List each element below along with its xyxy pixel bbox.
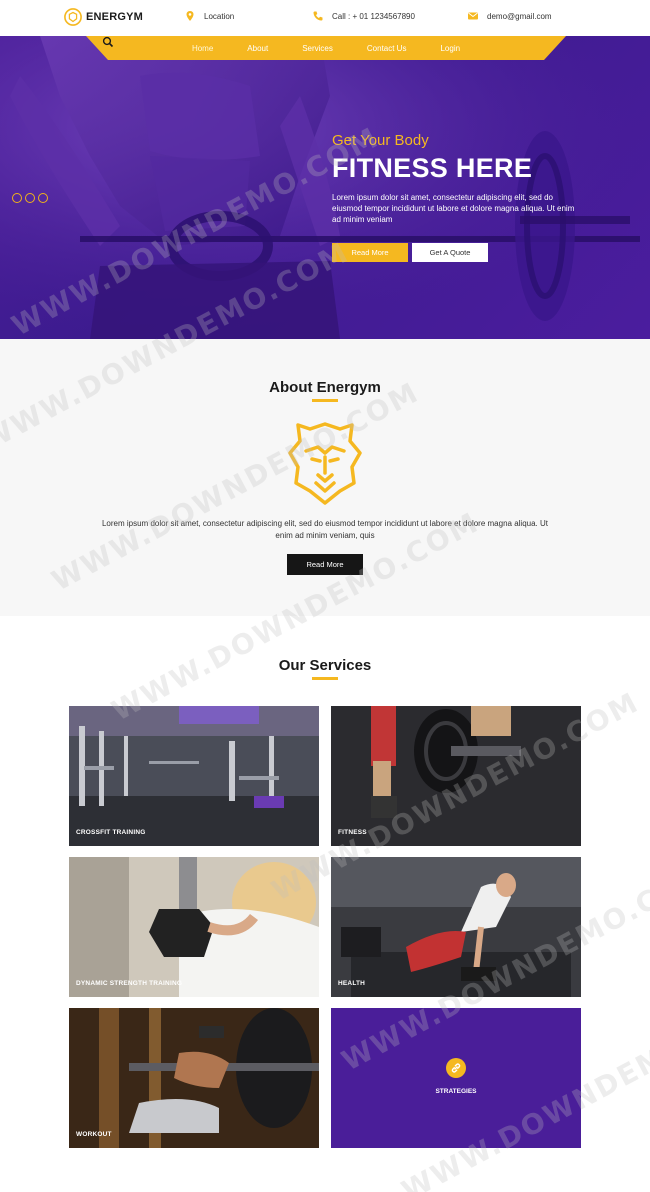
barbell-workout-image <box>69 1008 319 1148</box>
service-label: STRATEGIES <box>435 1088 477 1095</box>
hero-text: Lorem ipsum dolor sit amet, consectetur … <box>332 193 575 224</box>
woman-rowing-image <box>331 857 581 997</box>
hero-banner: Get Your Body FITNESS HERE Lorem ipsum d… <box>0 36 650 339</box>
services-title-underline <box>312 677 338 680</box>
email-text: demo@gmail.com <box>487 11 552 21</box>
nav-services[interactable]: Services <box>285 44 350 53</box>
about-title: About Energym <box>269 379 381 396</box>
hero-athlete-image <box>0 36 650 339</box>
nav-home[interactable]: Home <box>175 44 230 53</box>
dumbbell-training-image <box>69 857 319 997</box>
logo[interactable]: ENERGYM <box>64 8 143 26</box>
brand-name: ENERGYM <box>86 11 144 23</box>
service-card-strategies[interactable]: STRATEGIES <box>331 1008 581 1148</box>
nav-about[interactable]: About <box>230 44 285 53</box>
main-nav: Home About Services Contact Us Login <box>86 36 566 60</box>
hero-title: FITNESS HERE <box>332 153 533 183</box>
nav-contact-us[interactable]: Contact Us <box>350 44 424 53</box>
location-text: Location <box>204 11 235 21</box>
service-card-crossfit[interactable]: CROSSFIT TRAINING <box>69 706 319 846</box>
gym-interior-image <box>69 706 319 846</box>
email-info[interactable]: demo@gmail.com <box>467 10 552 22</box>
search-icon[interactable] <box>102 36 114 48</box>
slider-dot-3[interactable] <box>38 193 48 203</box>
hero-subtitle: Get Your Body <box>332 132 429 149</box>
about-section: About Energym Lorem ipsum dolor sit amet… <box>0 339 650 616</box>
phone-icon <box>313 11 323 21</box>
lion-logo-icon <box>64 8 82 26</box>
deadlift-image <box>331 706 581 846</box>
link-icon <box>446 1058 466 1078</box>
lion-emblem-icon <box>288 422 362 505</box>
service-label: DYNAMIC STRENGTH TRAINING <box>76 980 183 987</box>
services-title: Our Services <box>278 657 372 674</box>
service-label: HEALTH <box>338 980 366 987</box>
service-card-workout[interactable]: WORKOUT <box>69 1008 319 1148</box>
about-title-underline <box>312 399 338 402</box>
phone-text: Call : + 01 1234567890 <box>332 11 415 21</box>
hero-get-quote-button[interactable]: Get A Quote <box>412 243 488 262</box>
service-card-health[interactable]: HEALTH <box>331 857 581 997</box>
service-label: WORKOUT <box>76 1131 112 1138</box>
service-label: CROSSFIT TRAINING <box>76 829 146 836</box>
nav-login[interactable]: Login <box>423 44 477 53</box>
slider-dots <box>12 193 48 203</box>
about-text: Lorem ipsum dolor sit amet, consectetur … <box>101 519 548 540</box>
map-pin-icon <box>186 11 194 21</box>
slider-dot-1[interactable] <box>12 193 22 203</box>
slider-dot-2[interactable] <box>25 193 35 203</box>
phone-info[interactable]: Call : + 01 1234567890 <box>312 10 415 22</box>
service-card-fitness[interactable]: FITNESS <box>331 706 581 846</box>
location-info[interactable]: Location <box>184 10 234 22</box>
service-card-dynamic-strength[interactable]: DYNAMIC STRENGTH TRAINING <box>69 857 319 997</box>
about-read-more-button[interactable]: Read More <box>287 554 363 575</box>
hero-read-more-button[interactable]: Read More <box>332 243 408 262</box>
top-bar: ENERGYM Location Call : + 01 1234567890 … <box>0 0 650 36</box>
service-label: FITNESS <box>338 829 367 836</box>
envelope-icon <box>468 12 478 20</box>
